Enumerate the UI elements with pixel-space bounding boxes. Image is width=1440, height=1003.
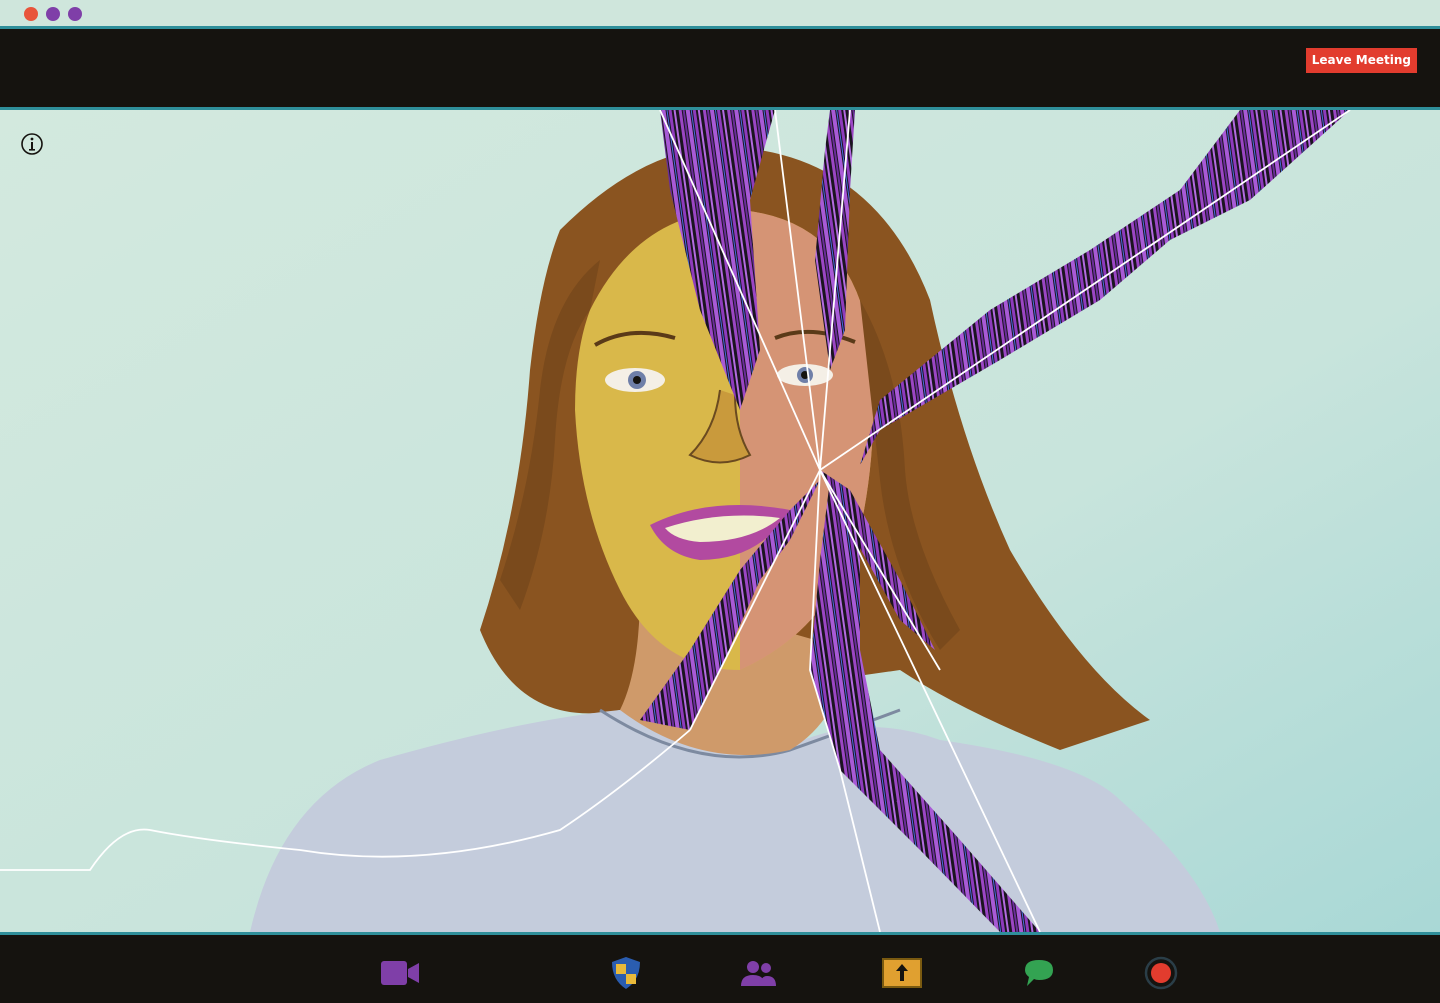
info-icon[interactable] (20, 132, 44, 156)
video-stage: info-icon (0, 110, 1440, 932)
security-shield-icon (612, 957, 640, 989)
video-camera-button[interactable] (378, 953, 422, 993)
window-close-dot[interactable] (24, 7, 38, 21)
window-maximize-dot[interactable] (68, 7, 82, 21)
record-button[interactable] (1139, 953, 1183, 993)
chat-button[interactable] (1017, 953, 1061, 993)
participants-icon (741, 961, 776, 986)
chat-icon (1025, 960, 1053, 986)
share-screen-button[interactable] (880, 953, 924, 993)
record-icon (1144, 956, 1178, 990)
window-titlebar (0, 0, 1440, 26)
meeting-toolbar (0, 932, 1440, 1003)
video-camera-icon (381, 961, 419, 985)
window-minimize-dot[interactable] (46, 7, 60, 21)
participants-button[interactable] (736, 953, 780, 993)
meeting-header: Leave Meeting (0, 26, 1440, 110)
leave-meeting-button[interactable]: Leave Meeting (1305, 48, 1417, 73)
participant-video (0, 110, 1440, 932)
security-button[interactable] (604, 953, 648, 993)
share-screen-icon (882, 958, 922, 988)
